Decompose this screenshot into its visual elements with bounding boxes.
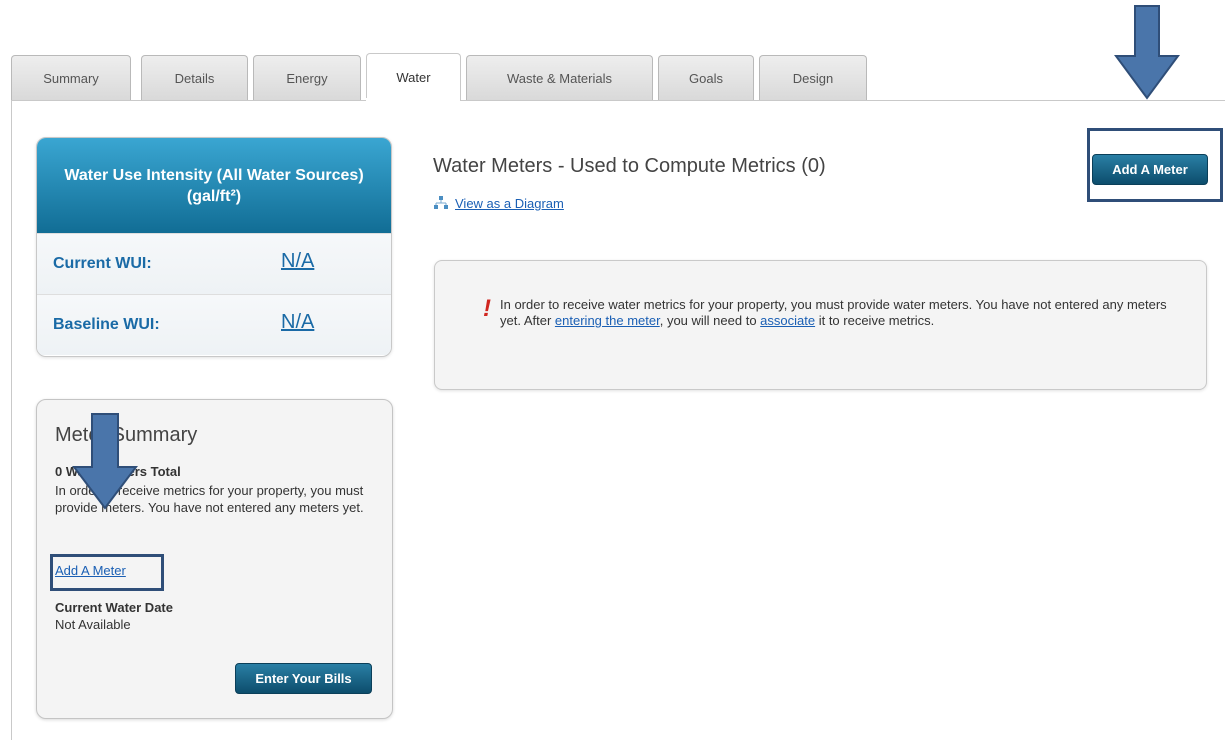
tab-waste-materials[interactable]: Waste & Materials [466,55,653,100]
tab-goals[interactable]: Goals [658,55,754,100]
active-tab-gap [366,98,458,102]
tab-water[interactable]: Water [366,53,461,101]
tab-energy[interactable]: Energy [253,55,361,100]
tab-summary[interactable]: Summary [11,55,131,100]
arrow-down-icon [1114,5,1180,100]
content-frame [11,100,1225,740]
tab-details[interactable]: Details [141,55,248,100]
tab-design[interactable]: Design [759,55,867,100]
